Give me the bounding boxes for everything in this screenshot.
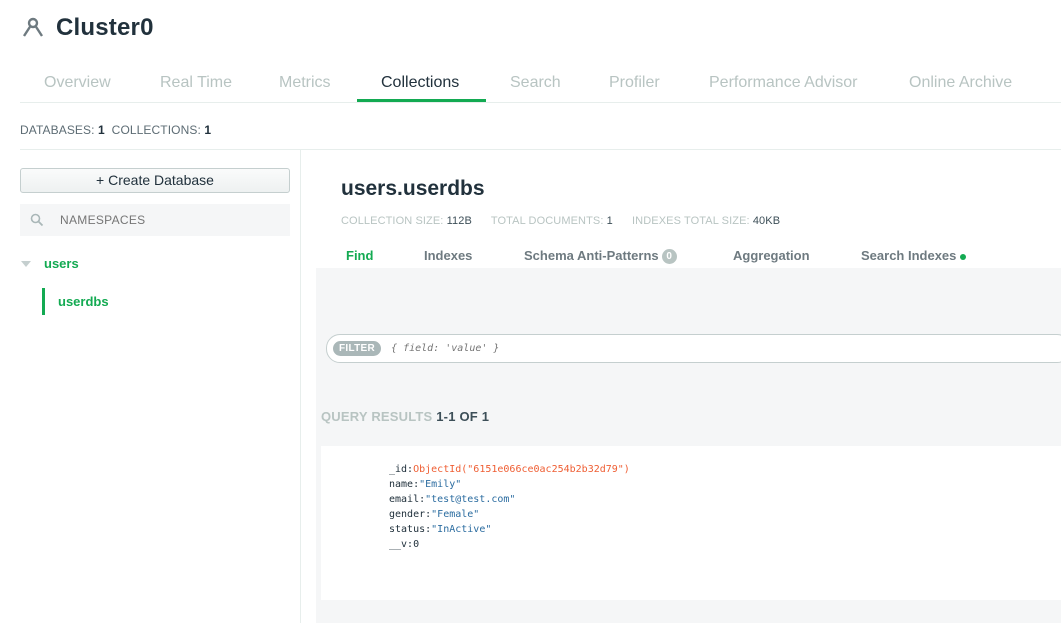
- namespace-search-input[interactable]: [58, 212, 262, 228]
- subtab-aggregation[interactable]: Aggregation: [733, 248, 810, 263]
- field-value: "Emily": [419, 479, 462, 490]
- field-value: "test@test.com": [425, 494, 516, 505]
- collections-count: 1: [204, 123, 212, 137]
- field-key: name:: [389, 479, 420, 490]
- subtab-indexes[interactable]: Indexes: [424, 248, 472, 263]
- collection-subtabs: Find Indexes Schema Anti-Patterns 0 Aggre…: [300, 243, 1061, 269]
- field-key: __v:: [389, 539, 414, 550]
- field-key: status:: [389, 524, 432, 535]
- collection-size-value: 112B: [446, 215, 472, 227]
- results-label: QUERY RESULTS: [321, 409, 433, 424]
- collection-title: users.userdbs: [341, 177, 485, 200]
- collection-size-label: COLLECTION SIZE:: [341, 215, 444, 227]
- cluster-header: Cluster0: [20, 14, 154, 42]
- search-icon: [30, 213, 44, 227]
- tab-search[interactable]: Search: [510, 74, 561, 92]
- field-v: __v:0: [389, 537, 630, 552]
- db-counts: DATABASES: 1 COLLECTIONS: 1: [20, 123, 211, 137]
- databases-count: 1: [98, 123, 105, 137]
- tab-profiler[interactable]: Profiler: [609, 74, 660, 92]
- tab-collections[interactable]: Collections: [381, 74, 459, 92]
- collection-stats: COLLECTION SIZE: 112B TOTAL DOCUMENTS: 1…: [341, 215, 796, 227]
- total-documents-value: 1: [606, 215, 613, 227]
- field-key: email:: [389, 494, 426, 505]
- subtab-search-indexes[interactable]: Search Indexes: [861, 248, 967, 263]
- subtab-search-indexes-label: Search Indexes: [861, 248, 957, 263]
- document-card[interactable]: _id:ObjectId("6151e066ce0ac254b2b32d79")…: [321, 446, 1061, 600]
- field-value: ObjectId("6151e066ce0ac254b2b32d79"): [413, 464, 630, 475]
- indexes-size-label: INDEXES TOTAL SIZE:: [632, 215, 750, 227]
- total-documents-label: TOTAL DOCUMENTS:: [490, 215, 604, 227]
- field-value: "InActive": [431, 524, 492, 535]
- field-value: "Female": [431, 509, 480, 520]
- databases-label: DATABASES:: [20, 123, 95, 137]
- field-name: name:"Emily": [389, 477, 630, 492]
- filter-label: FILTER: [333, 341, 382, 356]
- sidebar-collection-userdbs[interactable]: userdbs: [42, 288, 109, 315]
- active-tab-underline: [357, 99, 486, 102]
- create-database-button[interactable]: + Create Database: [20, 168, 290, 193]
- cluster-tabs: Overview Real Time Metrics Collections S…: [20, 64, 1061, 103]
- cluster-icon: [22, 17, 44, 37]
- collections-label: COLLECTIONS:: [111, 123, 201, 137]
- field-email: email:"test@test.com": [389, 492, 630, 507]
- database-label[interactable]: users: [44, 256, 79, 271]
- sidebar-divider: [300, 150, 301, 623]
- indexes-size-value: 40KB: [752, 215, 781, 227]
- filter-input[interactable]: [389, 342, 994, 355]
- subtab-schema-label: Schema Anti-Patterns: [524, 248, 659, 263]
- document-fields: _id:ObjectId("6151e066ce0ac254b2b32d79")…: [389, 462, 630, 552]
- results-range: 1-1 OF 1: [436, 409, 490, 424]
- field-gender: gender:"Female": [389, 507, 630, 522]
- caret-down-icon[interactable]: [20, 259, 32, 269]
- sidebar-database-users[interactable]: users: [20, 256, 79, 271]
- namespace-search[interactable]: [20, 204, 290, 236]
- subtab-schema-anti-patterns[interactable]: Schema Anti-Patterns 0: [524, 248, 677, 265]
- subtab-find[interactable]: Find: [346, 248, 373, 263]
- tab-overview[interactable]: Overview: [44, 74, 111, 92]
- field-status: status:"InActive": [389, 522, 630, 537]
- collection-label[interactable]: userdbs: [58, 294, 109, 309]
- schema-count-badge: 0: [661, 249, 677, 265]
- field-id: _id:ObjectId("6151e066ce0ac254b2b32d79"): [389, 462, 630, 477]
- status-dot-icon: [960, 253, 967, 260]
- tab-real-time[interactable]: Real Time: [160, 74, 232, 92]
- field-key: _id:: [389, 464, 414, 475]
- divider: [20, 149, 1061, 150]
- tab-online-archive[interactable]: Online Archive: [909, 74, 1012, 92]
- tab-metrics[interactable]: Metrics: [279, 74, 331, 92]
- field-value: 0: [413, 539, 420, 550]
- field-key: gender:: [389, 509, 432, 520]
- filter-bar[interactable]: FILTER: [326, 334, 1061, 363]
- cluster-title: Cluster0: [56, 14, 154, 41]
- tab-performance-advisor[interactable]: Performance Advisor: [709, 74, 858, 92]
- query-results-label: QUERY RESULTS 1-1 OF 1: [321, 409, 489, 424]
